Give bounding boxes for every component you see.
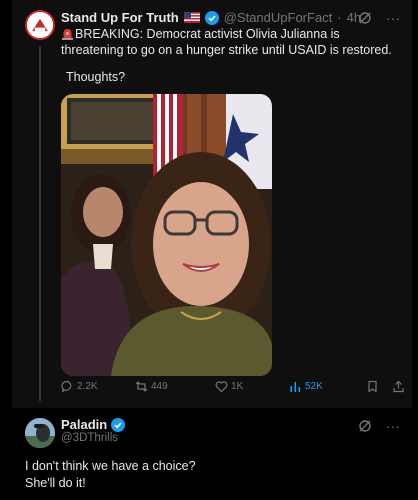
avatar-image <box>27 12 53 38</box>
selfie-image <box>61 94 272 376</box>
verified-badge-icon <box>204 10 219 25</box>
siren-icon <box>62 29 73 40</box>
tweet-text: BREAKING: Democrat activist Olivia Julia… <box>61 26 401 58</box>
repost-icon <box>135 380 148 392</box>
bookmark-icon <box>368 380 377 393</box>
more-options-icon[interactable]: ··· <box>386 10 400 26</box>
grok-icon[interactable] <box>358 11 372 25</box>
views-icon <box>290 381 301 392</box>
views-button[interactable]: 52K <box>289 380 323 393</box>
more-options-icon[interactable]: ··· <box>386 418 400 434</box>
reply-author-name[interactable]: Paladin <box>61 417 107 432</box>
share-icon <box>393 380 404 392</box>
author-handle[interactable]: @StandUpForFact <box>224 10 333 25</box>
reply-avatar-image <box>25 418 55 448</box>
us-flag-icon <box>183 12 200 23</box>
tweet-media-photo[interactable] <box>61 94 272 376</box>
reply-author-avatar[interactable] <box>25 418 55 448</box>
repost-count: 449 <box>151 380 168 392</box>
like-count: 1K <box>231 380 244 392</box>
reply-text: I don't think we have a choice? She'll d… <box>25 458 196 492</box>
thread-connector-line <box>39 46 41 401</box>
reply-header: Paladin <box>61 417 126 432</box>
verified-badge-icon <box>111 417 126 432</box>
heart-icon <box>215 380 228 392</box>
like-button[interactable]: 1K <box>215 380 243 393</box>
tweet-subtext: Thoughts? <box>66 70 126 84</box>
reply-line-1: I don't think we have a choice? <box>25 459 196 473</box>
separator-dot: · <box>337 10 342 25</box>
reply-button[interactable]: 2.2K <box>61 380 98 393</box>
reply-line-2: She'll do it! <box>25 476 86 490</box>
author-avatar[interactable] <box>25 10 55 40</box>
tweet-header: Stand Up For Truth @StandUpForFact · 4h <box>61 10 361 25</box>
timeline: Stand Up For Truth @StandUpForFact · 4h … <box>0 0 418 500</box>
author-name[interactable]: Stand Up For Truth <box>61 10 179 25</box>
repost-button[interactable]: 449 <box>135 380 168 393</box>
grok-icon[interactable] <box>358 419 372 433</box>
reply-top-actions: ··· <box>358 418 400 434</box>
reply-author-handle[interactable]: @3DThrills <box>61 432 118 444</box>
tweet-top-actions: ··· <box>358 10 400 26</box>
reply-count: 2.2K <box>77 380 98 392</box>
share-button[interactable] <box>392 380 405 393</box>
bookmark-button[interactable] <box>366 380 379 393</box>
view-count: 52K <box>305 380 323 392</box>
reply-icon <box>61 380 72 392</box>
tweet-body: BREAKING: Democrat activist Olivia Julia… <box>61 27 392 57</box>
